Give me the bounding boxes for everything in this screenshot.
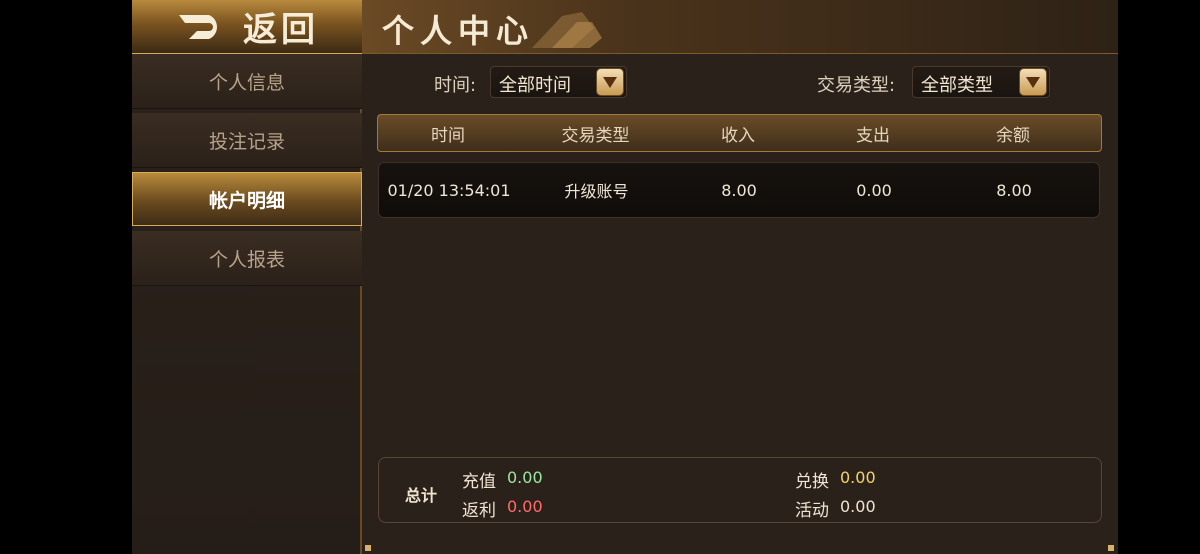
sidebar-item-label: 帐户明细: [208, 189, 285, 212]
summary-panel: 总计 充值 0.00 返利 0.00 兑换 0.00 活动 0.00: [378, 457, 1102, 523]
sidebar-item-label: 投注记录: [208, 130, 285, 153]
sidebar-item-account-details[interactable]: 帐户明细: [132, 172, 362, 226]
column-header-income: 收入: [721, 125, 755, 146]
sidebar: 返回 个人信息 投注记录 帐户明细 个人报表: [132, 0, 362, 554]
row-expense: 0.00: [856, 180, 892, 200]
type-filter-label: 交易类型:: [817, 75, 896, 96]
dropdown-arrow-icon[interactable]: [1019, 68, 1047, 96]
sidebar-item-personal-info[interactable]: 个人信息: [132, 54, 362, 109]
sidebar-item-label: 个人信息: [208, 71, 285, 94]
corner-ornament: [1108, 545, 1114, 551]
app-frame: 返回 个人信息 投注记录 帐户明细 个人报表 个人中心 时间: 全部时间 交易类…: [132, 0, 1118, 554]
activity-value: 0.00: [840, 497, 876, 516]
back-button-label: 返回: [243, 10, 319, 50]
dropdown-arrow-icon[interactable]: [596, 68, 624, 96]
table-row: 01/20 13:54:01 升级账号 8.00 0.00 8.00: [378, 162, 1100, 218]
summary-total-label: 总计: [405, 486, 438, 505]
rebate-label: 返利: [462, 501, 496, 521]
rebate-value: 0.00: [507, 497, 543, 516]
sidebar-item-label: 个人报表: [208, 248, 285, 271]
recharge-label: 充值: [462, 472, 496, 492]
sidebar-item-personal-report[interactable]: 个人报表: [132, 231, 362, 286]
page-title: 个人中心: [382, 12, 535, 50]
card-decoration-icon: [532, 12, 602, 48]
sidebar-item-bet-records[interactable]: 投注记录: [132, 113, 362, 168]
row-balance: 8.00: [996, 180, 1032, 200]
column-header-time: 时间: [431, 125, 465, 146]
row-time: 01/20 13:54:01: [387, 180, 511, 200]
time-filter-value: 全部时间: [499, 75, 571, 96]
back-button[interactable]: 返回: [132, 0, 362, 54]
corner-ornament: [365, 545, 371, 551]
row-type: 升级账号: [564, 182, 629, 201]
activity-label: 活动: [795, 501, 829, 521]
recharge-value: 0.00: [507, 468, 543, 487]
column-header-expense: 支出: [856, 125, 890, 146]
row-income: 8.00: [721, 180, 757, 200]
back-arrow-icon: [179, 14, 217, 39]
column-header-type: 交易类型: [561, 125, 630, 146]
table-header: 时间 交易类型 收入 支出 余额: [377, 114, 1102, 152]
time-filter-label: 时间:: [434, 75, 477, 96]
header: 个人中心: [362, 0, 1118, 54]
exchange-value: 0.00: [840, 468, 876, 487]
exchange-label: 兑换: [795, 472, 829, 492]
column-header-balance: 余额: [996, 125, 1030, 146]
type-filter-value: 全部类型: [921, 75, 993, 96]
time-filter-select[interactable]: 全部时间: [490, 66, 627, 98]
type-filter-select[interactable]: 全部类型: [912, 66, 1050, 98]
